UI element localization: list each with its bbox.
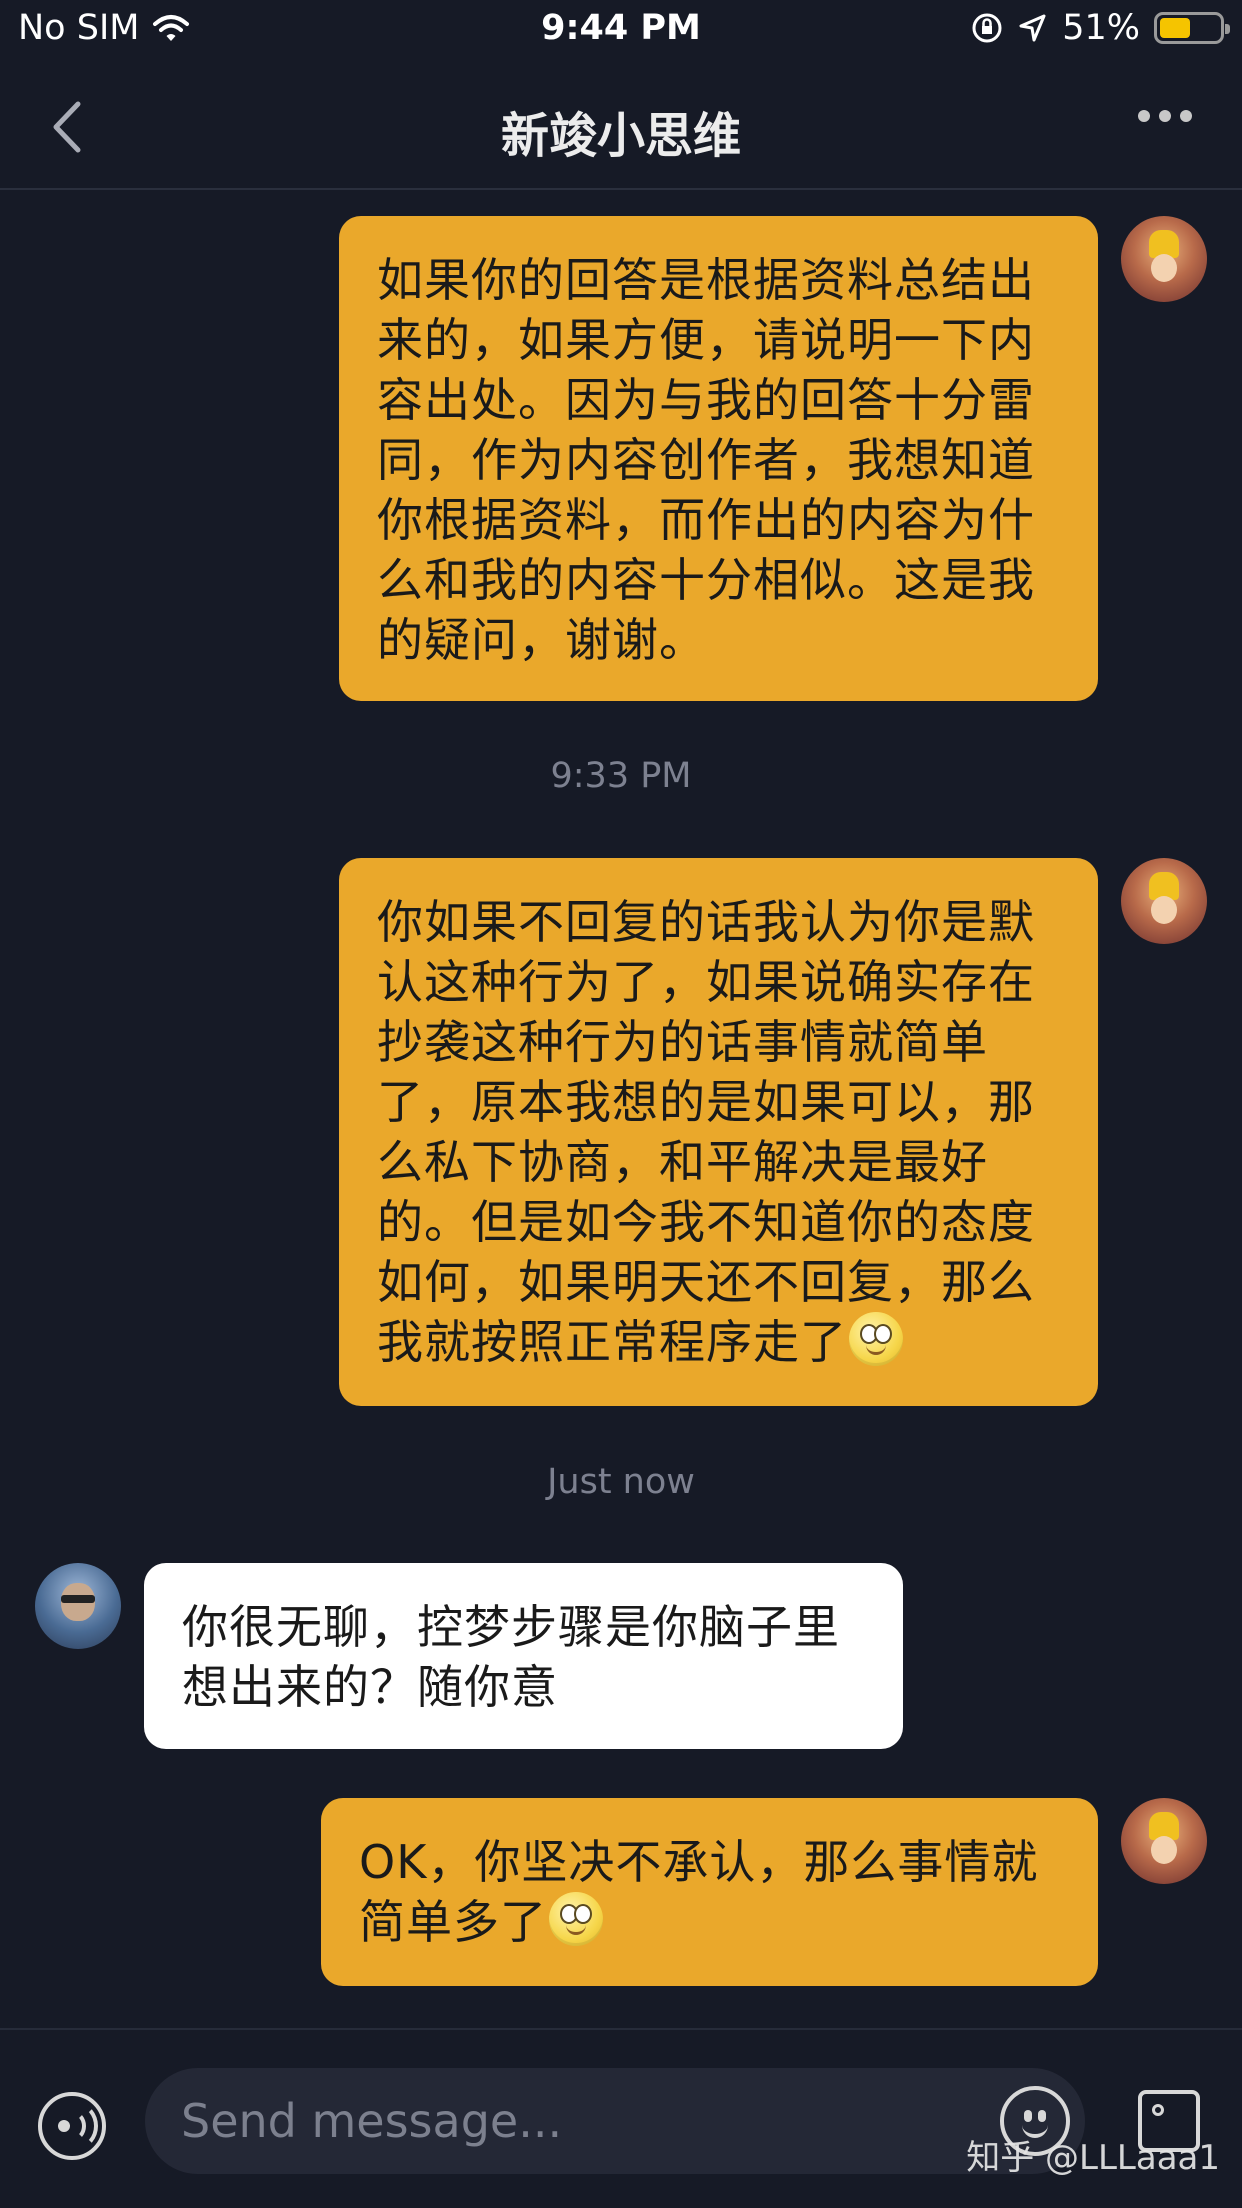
avatar-face	[1151, 254, 1177, 282]
more-dot	[1159, 110, 1171, 122]
message-text: 你很无聊，控梦步骤是你脑子里 想出来的？随你意	[182, 1600, 840, 1714]
battery-tip	[1225, 24, 1230, 34]
message-input[interactable]	[145, 2068, 1085, 2174]
emoji-mouth	[566, 1925, 586, 1935]
sent-message-bubble[interactable]: OK，你坚决不承认，那么事情就 简单多了	[321, 1798, 1098, 1986]
battery-percent: 51%	[1062, 8, 1140, 48]
contact-avatar[interactable]	[35, 1563, 121, 1649]
my-avatar[interactable]	[1121, 1798, 1207, 1884]
more-dot	[1138, 110, 1150, 122]
received-message-bubble[interactable]: 你很无聊，控梦步骤是你脑子里 想出来的？随你意	[144, 1563, 903, 1749]
message-text: 你如果不回复的话我认为你是默 认这种行为了，如果说确实存在 抄袭这种行为的话事情…	[377, 895, 1035, 1369]
my-avatar[interactable]	[1121, 216, 1207, 302]
rotation-lock-icon	[972, 13, 1002, 43]
message-timestamp: Just now	[547, 1462, 695, 1502]
watermark: 知乎 @LLLaaa1	[966, 2138, 1220, 2178]
chat-title: 新竣小思维	[500, 108, 741, 164]
more-dot	[1180, 110, 1192, 122]
smiley-emoji-icon	[549, 1892, 603, 1946]
more-options-icon[interactable]	[1138, 110, 1192, 122]
status-bar: No SIM 9:44 PM 51%	[0, 0, 1242, 62]
battery-icon	[1154, 12, 1230, 44]
my-avatar[interactable]	[1121, 858, 1207, 944]
emoji-eye	[1038, 2110, 1046, 2122]
message-text: OK，你坚决不承认，那么事情就 简单多了	[359, 1835, 1039, 1949]
nav-bar: 新竣小思维	[0, 62, 1242, 190]
message-input-bar	[0, 2028, 1242, 2208]
sent-message-bubble[interactable]: 你如果不回复的话我认为你是默 认这种行为了，如果说确实存在 抄袭这种行为的话事情…	[339, 858, 1098, 1406]
sent-message-bubble[interactable]: 如果你的回答是根据资料总结出 来的，如果方便，请说明一下内 容出处。因为与我的回…	[339, 216, 1098, 701]
emoji-mouth	[866, 1345, 886, 1355]
status-right: 51%	[970, 8, 1230, 48]
smiley-emoji-icon	[849, 1312, 903, 1366]
voice-wave	[58, 2103, 98, 2149]
location-icon	[1019, 14, 1046, 42]
avatar-face	[1151, 896, 1177, 924]
chat-screen: No SIM 9:44 PM 51% 新竣小思维 如果你的回答是根据资料总结出 …	[0, 0, 1242, 2208]
emoji-eye	[1024, 2110, 1032, 2122]
image-sun	[1152, 2104, 1164, 2116]
avatar-face	[1151, 1836, 1177, 1864]
battery-level	[1160, 18, 1190, 38]
message-text: 如果你的回答是根据资料总结出 来的，如果方便，请说明一下内 容出处。因为与我的回…	[377, 253, 1035, 667]
voice-icon[interactable]	[38, 2092, 106, 2160]
message-timestamp: 9:33 PM	[550, 756, 692, 796]
avatar-glasses	[61, 1595, 95, 1603]
